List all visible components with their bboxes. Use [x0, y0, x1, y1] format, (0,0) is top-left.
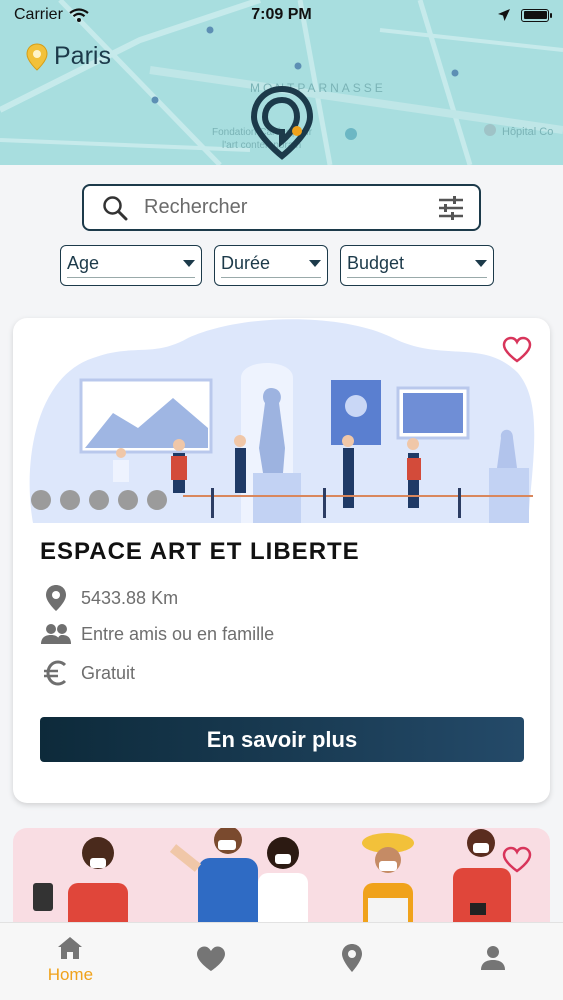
- tab-favorites[interactable]: [141, 923, 282, 1000]
- carousel-dot[interactable]: [118, 490, 138, 510]
- tab-home-label: Home: [47, 965, 94, 984]
- chevron-down-icon: [475, 260, 487, 267]
- carousel-dot[interactable]: [31, 490, 51, 510]
- location-pin-icon: [46, 585, 66, 611]
- learn-more-button[interactable]: En savoir plus: [40, 717, 524, 762]
- chevron-down-icon: [309, 260, 321, 267]
- distance-row: 5433.88 Km: [41, 584, 178, 612]
- filter-budget-label: Budget: [347, 253, 405, 273]
- filter-budget[interactable]: Budget: [340, 245, 494, 286]
- location-arrow-icon: [498, 9, 510, 21]
- audience-row: Entre amis ou en famille: [41, 623, 274, 645]
- home-icon: [58, 937, 83, 959]
- city-pin-icon: [26, 42, 48, 71]
- battery-icon: [521, 8, 552, 22]
- tab-map[interactable]: [282, 923, 423, 1000]
- carousel-dot[interactable]: [147, 490, 167, 510]
- bottom-tab-bar: Home: [0, 922, 563, 1000]
- status-bar: Carrier 7:09 PM: [0, 0, 563, 30]
- price-row: Gratuit: [41, 660, 135, 686]
- filter-age[interactable]: Age: [60, 245, 202, 286]
- map-header[interactable]: MONTPARNASSE Fondation Cartier pour l'ar…: [0, 0, 563, 165]
- carousel-dots[interactable]: [31, 490, 167, 510]
- filter-duree[interactable]: Durée: [214, 245, 328, 286]
- filter-row: Age Durée Budget: [60, 245, 494, 286]
- carrier-label: Carrier: [14, 6, 63, 23]
- carousel-dot[interactable]: [89, 490, 109, 510]
- audience-text: Entre amis ou en famille: [81, 623, 275, 644]
- carousel-dot[interactable]: [60, 490, 80, 510]
- price-text: Gratuit: [81, 662, 136, 683]
- favorite-heart-icon[interactable]: [502, 846, 532, 874]
- filter-duree-label: Durée: [221, 253, 271, 273]
- city-name: Paris: [54, 42, 111, 70]
- distance-text: 5433.88 Km: [81, 587, 179, 608]
- chevron-down-icon: [183, 260, 195, 267]
- search-icon: [103, 195, 128, 220]
- group-icon: [41, 624, 71, 644]
- search-input[interactable]: Rechercher: [144, 196, 437, 219]
- activity-title: ESPACE ART ET LIBERTE: [40, 538, 360, 565]
- activity-card[interactable]: ESPACE ART ET LIBERTE 5433.88 Km Entre a…: [13, 318, 550, 803]
- heart-icon: [197, 946, 226, 971]
- wifi-icon: [69, 8, 89, 22]
- search-bar[interactable]: Rechercher: [82, 184, 481, 231]
- person-icon: [480, 946, 505, 970]
- euro-icon: [44, 660, 67, 686]
- favorite-heart-icon[interactable]: [502, 336, 532, 364]
- location-pin-icon: [341, 944, 362, 972]
- app-logo-icon: [250, 86, 314, 160]
- map-label-hopital: Hôpital Co: [502, 126, 553, 138]
- tab-home[interactable]: Home: [0, 923, 141, 1000]
- tab-profile[interactable]: [422, 923, 563, 1000]
- city-selector[interactable]: Paris: [26, 42, 111, 71]
- filter-age-label: Age: [67, 253, 100, 273]
- filter-settings-icon[interactable]: [437, 195, 465, 221]
